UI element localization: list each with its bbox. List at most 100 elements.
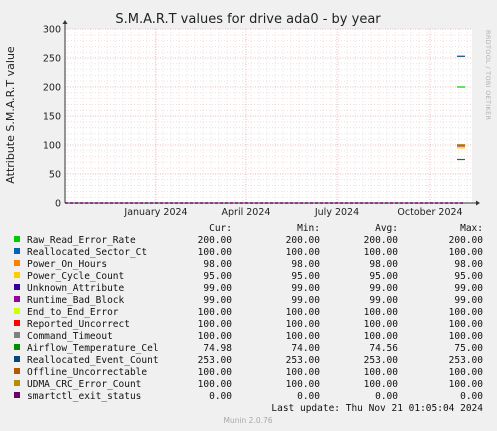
legend-series-name: Airflow_Temperature_Cel xyxy=(27,343,159,354)
legend-value-avg: 200.00 xyxy=(364,235,399,246)
legend-value-cur: 100.00 xyxy=(198,247,233,258)
legend-series-name: Reported_Uncorrect xyxy=(27,319,130,330)
legend-swatch xyxy=(14,368,20,374)
legend-value-cur: 98.00 xyxy=(203,259,232,270)
y-tick-label: 150 xyxy=(43,112,61,123)
x-tick-label: April 2024 xyxy=(222,207,271,218)
legend-swatch xyxy=(14,380,20,386)
legend-value-avg: 100.00 xyxy=(364,319,399,330)
legend-value-cur: 200.00 xyxy=(198,235,233,246)
legend-value-min: 100.00 xyxy=(286,307,321,318)
legend-value-max: 100.00 xyxy=(449,319,484,330)
legend-series-name: Raw_Read_Error_Rate xyxy=(27,235,136,246)
legend-series-name: UDMA_CRC_Error_Count xyxy=(27,379,141,390)
legend-value-avg: 0.00 xyxy=(375,391,398,402)
chart-title: S.M.A.R.T values for drive ada0 - by yea… xyxy=(115,12,381,27)
legend-value-max: 98.00 xyxy=(454,259,483,270)
legend-swatch xyxy=(14,344,20,350)
legend-swatch xyxy=(14,260,20,266)
x-tick-label: July 2024 xyxy=(314,207,359,218)
legend-value-cur: 99.00 xyxy=(203,283,232,294)
legend-value-avg: 100.00 xyxy=(364,367,399,378)
legend-swatch xyxy=(14,248,20,254)
legend-value-cur: 95.00 xyxy=(203,271,232,282)
legend-series-name: smartctl_exit_status xyxy=(27,391,141,402)
legend-value-min: 95.00 xyxy=(291,271,320,282)
y-tick-label: 250 xyxy=(43,54,61,65)
legend-value-cur: 100.00 xyxy=(198,307,233,318)
y-tick-label: 100 xyxy=(43,141,61,152)
last-update: Last update: Thu Nov 21 01:05:04 2024 xyxy=(271,403,483,414)
munin-version: Munin 2.0.76 xyxy=(223,416,272,425)
legend-swatch xyxy=(14,308,20,314)
legend-swatch xyxy=(14,320,20,326)
legend-value-avg: 95.00 xyxy=(369,271,398,282)
legend-value-avg: 100.00 xyxy=(364,247,399,258)
legend-value-min: 99.00 xyxy=(291,283,320,294)
legend-value-max: 99.00 xyxy=(454,295,483,306)
legend-value-cur: 253.00 xyxy=(198,355,233,366)
y-tick-label: 0 xyxy=(55,199,61,210)
legend-value-cur: 100.00 xyxy=(198,379,233,390)
legend-value-min: 100.00 xyxy=(286,319,321,330)
legend-value-max: 0.00 xyxy=(460,391,483,402)
legend-value-cur: 99.00 xyxy=(203,295,232,306)
legend-series-name: Power_On_Hours xyxy=(27,259,107,270)
legend-column-header: Avg: xyxy=(375,223,398,234)
legend-value-max: 100.00 xyxy=(449,247,484,258)
legend-swatch xyxy=(14,236,20,242)
legend-value-cur: 100.00 xyxy=(198,331,233,342)
legend-swatch xyxy=(14,272,20,278)
legend-value-max: 100.00 xyxy=(449,331,484,342)
legend-series-name: Reallocated_Event_Count xyxy=(27,355,159,366)
legend-series-name: Offline_Uncorrectable xyxy=(27,367,147,378)
y-tick-label: 50 xyxy=(49,170,61,181)
legend-value-avg: 99.00 xyxy=(369,283,398,294)
legend-value-min: 74.00 xyxy=(291,343,320,354)
legend-value-min: 98.00 xyxy=(291,259,320,270)
legend-series-name: Runtime_Bad_Block xyxy=(27,295,125,306)
legend-value-max: 253.00 xyxy=(449,355,484,366)
legend-column-header: Cur: xyxy=(209,223,232,234)
legend-column-header: Min: xyxy=(297,223,320,234)
legend-value-max: 99.00 xyxy=(454,283,483,294)
legend-value-avg: 98.00 xyxy=(369,259,398,270)
legend-value-avg: 100.00 xyxy=(364,379,399,390)
legend-value-min: 0.00 xyxy=(297,391,320,402)
legend-value-max: 95.00 xyxy=(454,271,483,282)
legend-swatch xyxy=(14,356,20,362)
legend-value-min: 99.00 xyxy=(291,295,320,306)
smart-chart: S.M.A.R.T values for drive ada0 - by yea… xyxy=(0,0,497,431)
legend-value-min: 253.00 xyxy=(286,355,321,366)
y-axis-label: Attribute S.M.A.R.T value xyxy=(4,46,17,184)
legend-column-header: Max: xyxy=(460,223,483,234)
legend-series-name: Reallocated_Sector_Ct xyxy=(27,247,147,258)
legend-value-min: 100.00 xyxy=(286,247,321,258)
legend-value-max: 200.00 xyxy=(449,235,484,246)
legend-series-name: Power_Cycle_Count xyxy=(27,271,124,282)
legend-value-cur: 100.00 xyxy=(198,367,233,378)
legend-series-name: Command_Timeout xyxy=(27,331,113,342)
legend-swatch xyxy=(14,296,20,302)
legend-value-cur: 100.00 xyxy=(198,319,233,330)
y-tick-label: 200 xyxy=(43,83,61,94)
legend-value-max: 100.00 xyxy=(449,307,484,318)
x-tick-label: January 2024 xyxy=(123,207,187,218)
rrdtool-side-label: RRDTOOL / TOBI OETIKER xyxy=(484,30,492,120)
legend-value-avg: 99.00 xyxy=(369,295,398,306)
legend-value-min: 100.00 xyxy=(286,367,321,378)
legend-value-max: 100.00 xyxy=(449,367,484,378)
legend-value-min: 200.00 xyxy=(286,235,321,246)
legend-value-min: 100.00 xyxy=(286,331,321,342)
legend-value-max: 75.00 xyxy=(454,343,483,354)
legend-swatch xyxy=(14,284,20,290)
legend-value-avg: 100.00 xyxy=(364,331,399,342)
legend-value-max: 100.00 xyxy=(449,379,484,390)
legend-swatch xyxy=(14,332,20,338)
legend-value-avg: 74.56 xyxy=(369,343,398,354)
legend-value-cur: 0.00 xyxy=(209,391,232,402)
legend-value-min: 100.00 xyxy=(286,379,321,390)
legend-value-avg: 100.00 xyxy=(364,307,399,318)
legend-series-name: Unknown_Attribute xyxy=(27,283,125,294)
legend-value-avg: 253.00 xyxy=(364,355,399,366)
